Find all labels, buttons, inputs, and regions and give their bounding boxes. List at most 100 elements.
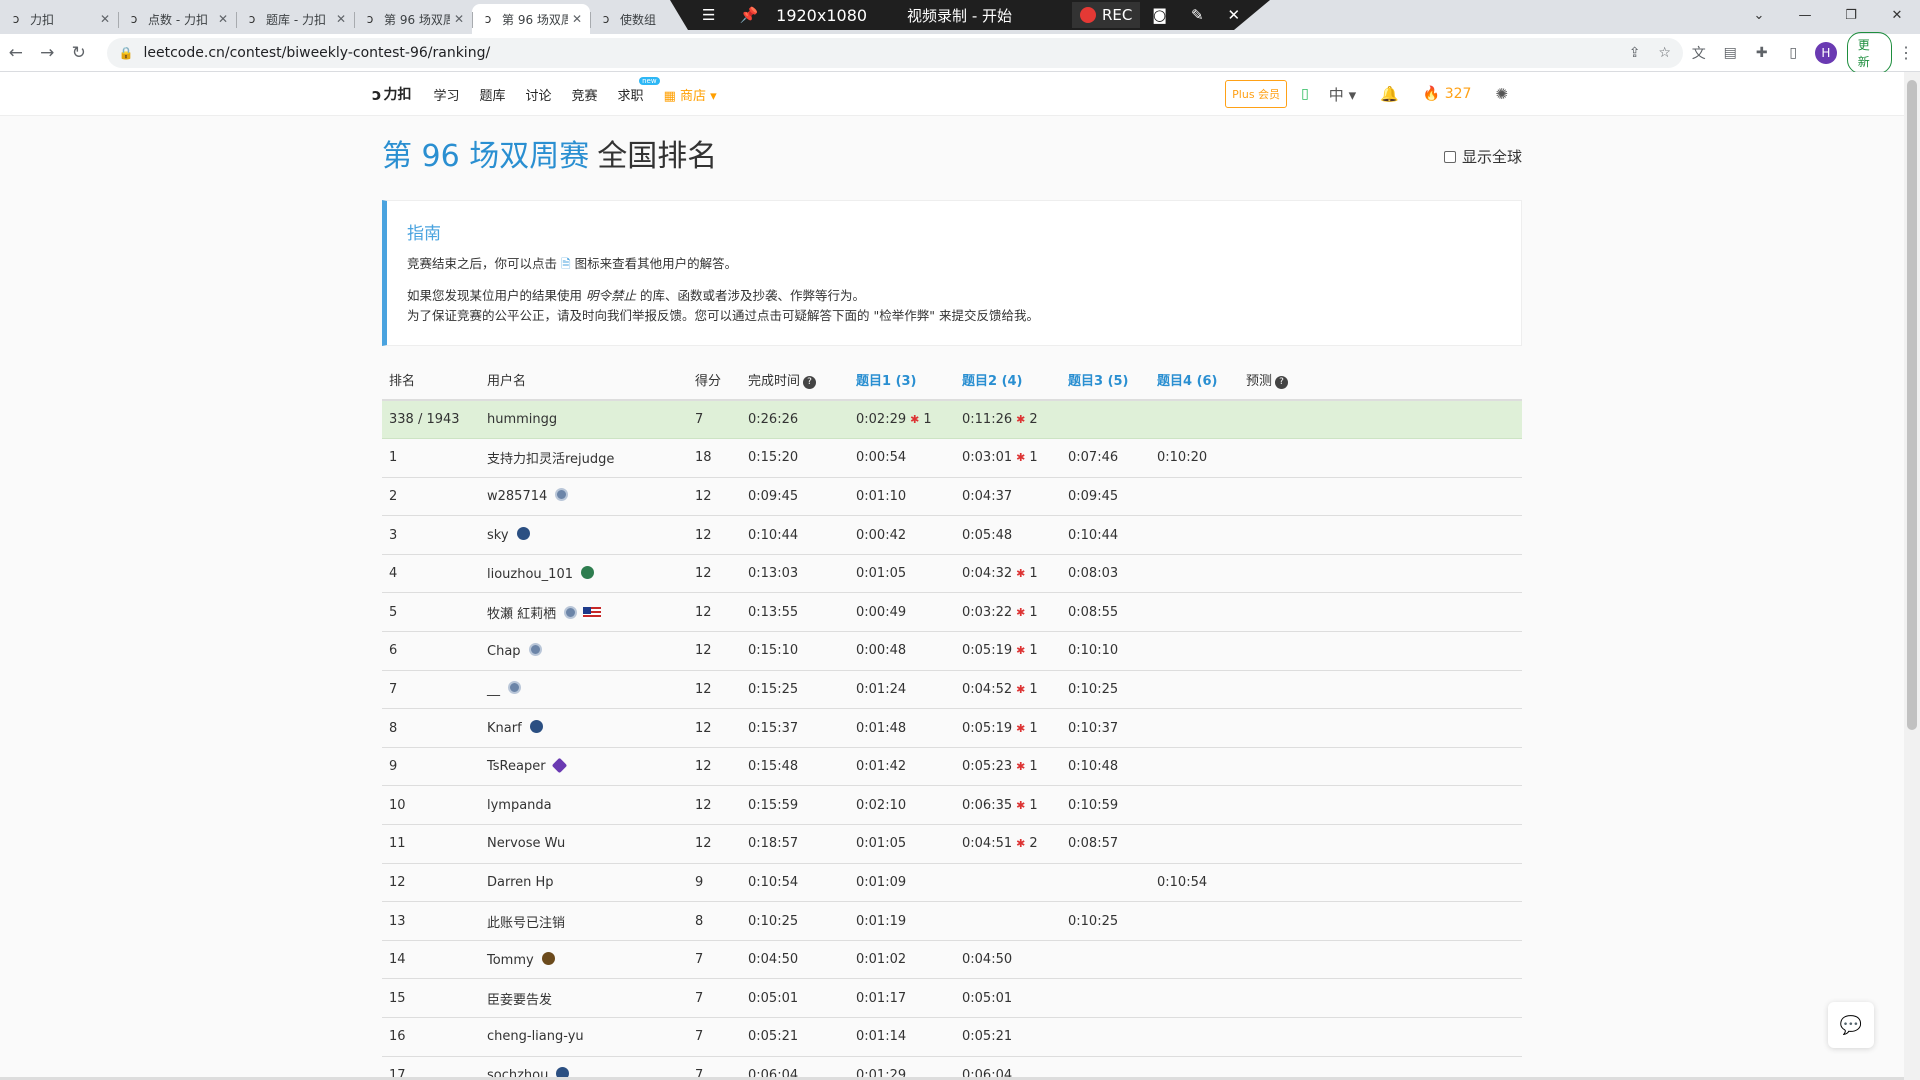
q1-cell-text[interactable]: 0:01:10 (856, 489, 906, 504)
q2-cell[interactable]: 0:05:01 (955, 978, 1061, 1018)
q2-cell-text[interactable]: 0:04:50 (962, 952, 1012, 967)
close-window-button[interactable]: ✕ (1874, 0, 1920, 30)
tab-close-icon[interactable]: ✕ (336, 12, 346, 26)
show-global-toggle[interactable]: 显示全球 (1443, 146, 1522, 167)
username-cell[interactable]: Nervose Wu (480, 824, 688, 864)
username-cell-text[interactable]: 臣妾要告发 (487, 993, 552, 1008)
q3-cell-text[interactable]: 0:08:55 (1068, 605, 1118, 620)
q2-cell-text[interactable]: 0:05:48 (962, 528, 1012, 543)
browser-tab[interactable]: ↄ 题库 - 力扣 ✕ (236, 4, 354, 34)
q1-cell-text[interactable]: 0:02:29 (856, 412, 906, 427)
q3-cell-text[interactable]: 0:09:45 (1068, 489, 1118, 504)
q1-cell-text[interactable]: 0:01:24 (856, 682, 906, 697)
q1-cell[interactable]: 0:00:42 (849, 515, 955, 555)
q2-cell-text[interactable]: 0:05:21 (962, 1029, 1012, 1044)
q3-cell-text[interactable]: 0:10:44 (1068, 528, 1118, 543)
forward-arrow-icon[interactable]: → (32, 43, 64, 63)
username-cell[interactable]: Chap (480, 631, 688, 671)
username-cell[interactable]: Darren Hp (480, 863, 688, 903)
tab-close-icon[interactable]: ✕ (454, 12, 464, 26)
nav-jobs[interactable]: 求职 new (618, 76, 660, 104)
nav-shop[interactable]: ▦ 商店 ▾ (664, 85, 717, 104)
q2-cell-text[interactable]: 0:04:52 (962, 682, 1012, 697)
feedback-chat-button[interactable]: 💬 (1828, 1002, 1874, 1048)
q1-cell[interactable]: 0:01:24 (849, 670, 955, 710)
username-cell[interactable]: __ (480, 670, 688, 710)
col-q3[interactable]: 题目3 (5) (1061, 360, 1150, 401)
q3-cell[interactable]: 0:10:37 (1061, 708, 1150, 748)
q1-cell-text[interactable]: 0:01:19 (856, 914, 906, 929)
username-cell-text[interactable]: TsReaper (487, 759, 546, 774)
nav-discuss[interactable]: 讨论 (526, 85, 552, 104)
nav-learn[interactable]: 学习 (433, 85, 459, 104)
username-cell-text[interactable]: liouzhou_101 (487, 567, 573, 582)
address-bar[interactable]: 🔒 leetcode.cn/contest/biweekly-contest-9… (106, 37, 1683, 68)
rec-button[interactable]: REC (1072, 2, 1141, 28)
profile-avatar[interactable]: H (1815, 41, 1837, 64)
q2-cell-text[interactable]: 0:03:01 (962, 450, 1012, 465)
reload-icon[interactable]: ↻ (63, 43, 95, 63)
username-cell[interactable]: sky (480, 515, 688, 555)
q2-cell[interactable]: 0:04:51 ✱ 2 (955, 824, 1061, 864)
q4-cell-text[interactable]: 0:10:54 (1157, 875, 1207, 890)
q2-cell-text[interactable]: 0:04:32 (962, 566, 1012, 581)
q1-cell[interactable]: 0:00:48 (849, 631, 955, 671)
q2-cell-text[interactable]: 0:06:35 (962, 798, 1012, 813)
q2-cell[interactable]: 0:05:19 ✱ 1 (955, 631, 1061, 671)
tab-search-icon[interactable]: ⌄ (1736, 0, 1782, 30)
username-cell-text[interactable]: sky (487, 528, 509, 543)
q3-cell[interactable]: 0:10:25 (1061, 670, 1150, 710)
q1-cell-text[interactable]: 0:01:14 (856, 1029, 906, 1044)
q2-cell-text[interactable]: 0:05:19 (962, 643, 1012, 658)
q1-cell-text[interactable]: 0:02:10 (856, 798, 906, 813)
language-switch[interactable]: 中 ▾ (1329, 84, 1356, 105)
q3-cell-text[interactable]: 0:10:25 (1068, 682, 1118, 697)
q2-cell[interactable]: 0:04:37 (955, 477, 1061, 517)
help-icon[interactable]: ? (803, 376, 817, 389)
username-cell-text[interactable]: Chap (487, 644, 521, 659)
username-cell-text[interactable]: w285714 (487, 489, 547, 504)
q3-cell-text[interactable]: 0:10:37 (1068, 721, 1118, 736)
q1-cell[interactable]: 0:01:05 (849, 824, 955, 864)
site-logo[interactable]: ↄ 力扣 (372, 84, 411, 104)
q1-cell-text[interactable]: 0:01:05 (856, 566, 906, 581)
mobile-icon[interactable]: ▯ (1301, 86, 1309, 102)
q2-cell[interactable]: 0:04:50 (955, 940, 1061, 980)
username-cell-text[interactable]: Tommy (487, 953, 534, 968)
q1-cell-text[interactable]: 0:01:09 (856, 875, 906, 890)
nav-contest[interactable]: 竞赛 (572, 85, 598, 104)
q3-cell-text[interactable]: 0:10:59 (1068, 798, 1118, 813)
menu-icon[interactable]: ☰ (702, 6, 715, 24)
q1-cell[interactable]: 0:01:02 (849, 940, 955, 980)
tab-close-icon[interactable]: ✕ (572, 12, 582, 26)
q2-cell[interactable]: 0:05:23 ✱ 1 (955, 747, 1061, 787)
q3-cell[interactable]: 0:10:48 (1061, 747, 1150, 787)
q1-cell[interactable]: 0:02:10 (849, 785, 955, 826)
q2-cell-text[interactable]: 0:04:37 (962, 489, 1012, 504)
plus-member-button[interactable]: Plus 会员 (1225, 80, 1288, 108)
points-counter[interactable]: 🔥 327 (1423, 86, 1472, 102)
username-cell-text[interactable]: 支持力扣灵活rejudge (487, 452, 614, 467)
q3-cell[interactable]: 0:10:59 (1061, 785, 1150, 826)
q3-cell-text[interactable]: 0:10:48 (1068, 759, 1118, 774)
q2-cell[interactable]: 0:03:01 ✱ 1 (955, 438, 1061, 478)
nav-problems[interactable]: 题库 (480, 85, 506, 104)
q1-cell-text[interactable]: 0:00:48 (856, 643, 906, 658)
lock-icon[interactable]: 🔒 (119, 46, 134, 60)
extensions-icon[interactable]: ✚ (1746, 45, 1778, 61)
col-q1[interactable]: 题目1 (3) (849, 360, 955, 401)
scrollbar-thumb[interactable] (1907, 80, 1917, 730)
q1-cell-text[interactable]: 0:01:05 (856, 836, 906, 851)
reader-icon[interactable]: ▤ (1715, 45, 1747, 61)
username-cell[interactable]: 臣妾要告发 (480, 978, 688, 1018)
username-cell[interactable]: lympanda (480, 785, 688, 826)
q3-cell[interactable]: 0:08:57 (1061, 824, 1150, 864)
contest-title-link[interactable]: 第 96 场双周赛 (382, 139, 589, 174)
q1-cell[interactable]: 0:00:49 (849, 592, 955, 633)
q4-cell-text[interactable]: 0:10:20 (1157, 450, 1207, 465)
q3-cell-text[interactable]: 0:08:57 (1068, 836, 1118, 851)
q3-cell-text[interactable]: 0:10:10 (1068, 643, 1118, 658)
username-cell[interactable]: 牧瀬 紅莉栖 (480, 592, 688, 633)
browser-tab[interactable]: ↄ 第 96 场双周赛 ✕ (354, 4, 472, 34)
q1-cell-text[interactable]: 0:00:42 (856, 528, 906, 543)
